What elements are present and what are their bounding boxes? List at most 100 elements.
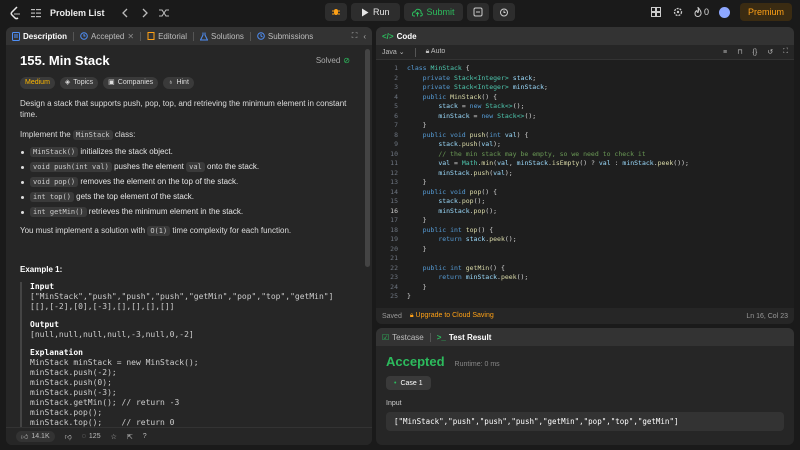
test-panel-header: ☑ Testcase >_ Test Result [376, 328, 794, 346]
streak-counter[interactable]: 0 [694, 6, 709, 18]
tab-code[interactable]: </> Code [382, 32, 417, 41]
tab-editorial[interactable]: Editorial [147, 32, 187, 41]
code-line: 2 private Stack<Integer> stack; [394, 73, 537, 82]
code-panel-header: </> Code [376, 27, 794, 45]
settings-gear-icon[interactable] [672, 6, 684, 18]
companies-tag[interactable]: ▣ Companies [103, 77, 159, 89]
solved-label: Solved [315, 56, 341, 65]
tab-submissions[interactable]: Submissions [257, 32, 313, 41]
code-line: 21 [390, 254, 398, 262]
code-panel: </> Code Java ⌄ 🔒︎ Auto ≡ ⊓ {} ↺ ⛶ 1 clas… [376, 27, 794, 324]
format-icon[interactable]: ≡ [723, 49, 727, 56]
code-line: 17 } [390, 216, 427, 224]
auto-mode-toggle[interactable]: 🔒︎ Auto [426, 48, 446, 56]
constraint-prefix: You must implement a solution with [20, 226, 148, 235]
explanation-line: minStack.push(-3); [30, 388, 117, 397]
implement-prefix: Implement the [20, 130, 73, 139]
code-line: 16 minStack.pop(); [390, 206, 498, 215]
topics-tag[interactable]: ◈ Topics [59, 77, 99, 89]
collapse-icon[interactable]: ‹ [363, 32, 366, 41]
divider [192, 31, 194, 41]
notes-button[interactable] [466, 3, 489, 21]
book-icon [147, 32, 155, 40]
share-icon[interactable]: ⇱ [127, 433, 133, 441]
comment-count: 125 [88, 433, 101, 440]
checkbox-icon: ☑ [382, 332, 390, 342]
case-1-tab[interactable]: • Case 1 [386, 376, 431, 390]
problem-title: 155. Min Stack [20, 53, 110, 68]
description-scrollbar[interactable] [365, 49, 370, 267]
method-text: pushes the element [111, 162, 187, 171]
close-tab-icon[interactable]: ✕ [127, 32, 134, 41]
braces-icon[interactable]: {} [753, 49, 758, 56]
tab-solutions-label: Solutions [210, 31, 244, 41]
tab-testcase[interactable]: ☑ Testcase [382, 333, 424, 342]
language-value: Java [382, 49, 397, 56]
expand-icon[interactable]: ⛶ [783, 48, 788, 56]
premium-button[interactable]: Premium [739, 3, 792, 21]
alarm-icon [499, 8, 508, 17]
tab-submissions-label: Submissions [267, 31, 314, 41]
example-input-line: [[],[-2],[0],[-3],[],[],[],[]] [30, 302, 175, 311]
thumbs-up-icon: 👍︎ [21, 434, 29, 441]
submit-label: Submit [426, 7, 455, 17]
method-code: void pop() [30, 177, 79, 187]
tab-description-label: Description [23, 31, 68, 41]
star-icon[interactable]: ☆ [111, 433, 117, 441]
code-editor[interactable]: 1 class MinStack { 2 private Stack<Intege… [376, 60, 794, 324]
timer-button[interactable] [492, 3, 515, 21]
divider [414, 47, 416, 57]
code-line: 15 stack.pop(); [390, 197, 486, 205]
avatar[interactable] [718, 6, 730, 18]
next-problem-icon[interactable] [139, 7, 151, 19]
tag-row: Medium ◈ Topics ▣ Companies ♁ Hint [20, 77, 358, 89]
code-line: 18 public int top() { [390, 225, 494, 234]
difficulty-badge[interactable]: Medium [20, 77, 55, 89]
description-footer: 👍︎ 14.1K 👎︎ ◌ 125 ☆ ⇱ ? [6, 427, 372, 445]
code-line: 1 class MinStack { [394, 64, 470, 72]
language-select[interactable]: Java ⌄ [382, 48, 405, 56]
input-label: Input [386, 400, 402, 407]
prev-problem-icon[interactable] [119, 7, 131, 19]
reset-icon[interactable]: ↺ [767, 48, 773, 56]
code-line: 11 val = Math.min(val, minStack.isEmpty(… [390, 159, 689, 167]
menu-icon[interactable] [30, 7, 42, 19]
code-line: 3 private Stack<Integer> minStack; [394, 83, 548, 91]
code-line: 25} [390, 292, 411, 300]
run-button[interactable]: Run [351, 3, 400, 21]
tab-accepted-label: Accepted [91, 31, 125, 41]
upgrade-link[interactable]: 🔒︎ Upgrade to Cloud Saving [410, 312, 494, 320]
history-icon [257, 32, 265, 40]
shuffle-icon[interactable] [159, 7, 171, 19]
bookmark-icon[interactable]: ⊓ [737, 48, 742, 56]
help-icon[interactable]: ? [143, 433, 147, 440]
debug-button[interactable] [325, 3, 347, 21]
maximize-icon[interactable]: ⛶ [352, 31, 358, 41]
save-status: Saved [382, 312, 402, 320]
leetcode-logo-icon[interactable] [10, 5, 22, 20]
tab-test-result[interactable]: >_ Test Result [437, 333, 492, 342]
verdict-label: Accepted [386, 354, 445, 369]
explanation-line: minStack.pop(); [30, 408, 103, 417]
terminal-icon: >_ [436, 332, 446, 342]
thumbs-down-icon[interactable]: 👎︎ [65, 432, 72, 441]
output-label: Output [30, 320, 59, 329]
hint-tag[interactable]: ♁ Hint [163, 77, 194, 89]
comments-button[interactable]: ◌ 125 [82, 433, 101, 440]
problem-list-link[interactable]: Problem List [50, 8, 105, 18]
explanation-line: minStack.push(0); [30, 378, 112, 387]
cloud-upload-icon [411, 8, 423, 16]
code-line: 20 } [390, 244, 427, 253]
like-button[interactable]: 👍︎ 14.1K [16, 431, 55, 442]
layout-grid-icon[interactable] [650, 6, 662, 18]
testcase-input-value[interactable]: ["MinStack","push","push","push","getMin… [386, 412, 784, 431]
description-panel: Description Accepted ✕ Editorial Solutio… [6, 27, 372, 445]
tab-solutions[interactable]: Solutions [199, 31, 244, 41]
method-list: MinStack() initializes the stack object.… [20, 147, 358, 217]
lock-icon: ▣ [108, 79, 115, 86]
tab-description[interactable]: Description [12, 31, 68, 41]
method-text: gets the top element of the stack. [73, 192, 195, 201]
submit-button[interactable]: Submit [403, 3, 463, 21]
tab-accepted[interactable]: Accepted ✕ [80, 32, 134, 41]
solved-status: Solved ⊘ [316, 56, 350, 65]
